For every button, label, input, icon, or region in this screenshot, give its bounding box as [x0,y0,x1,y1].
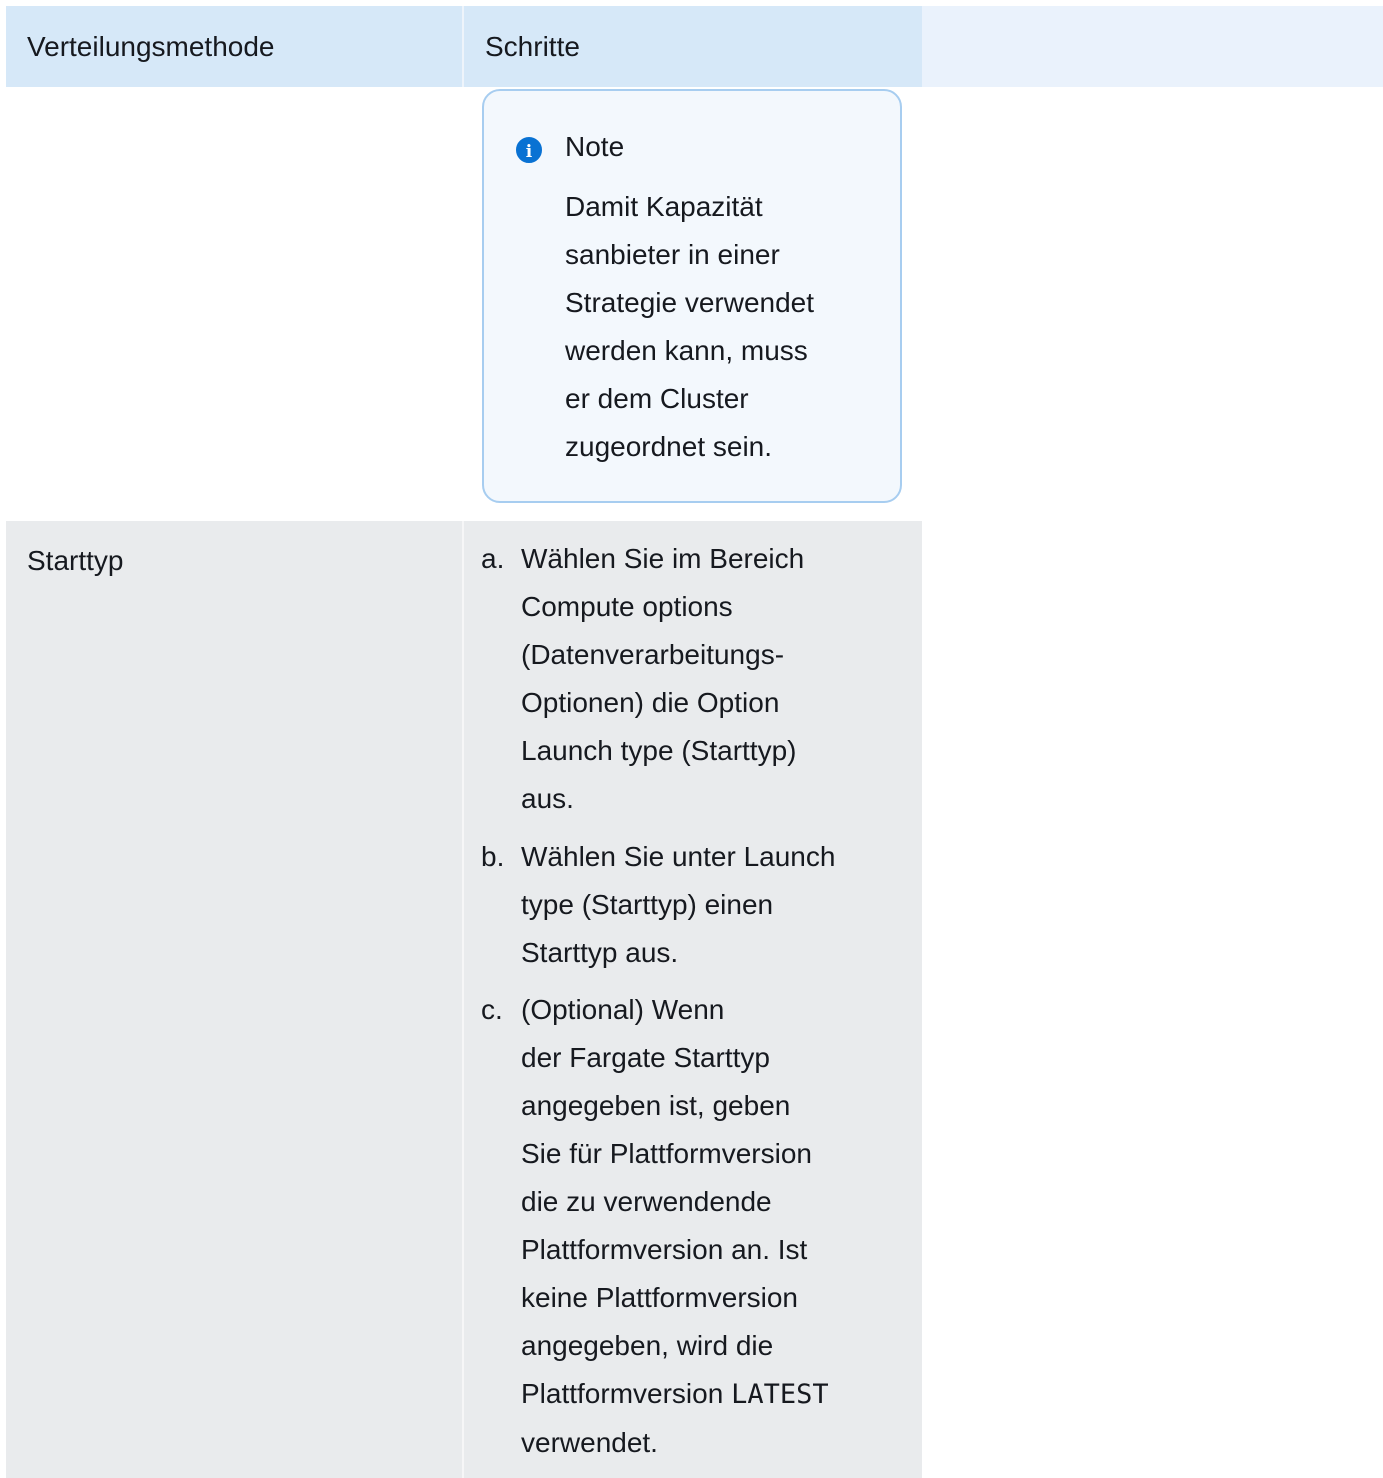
note-callout: i Note Damit Kapazität sanbieter in eine… [482,89,902,503]
method-cell: Starttyp [6,521,464,1478]
docs-page: Verteilungsmethode Schritte i Note Damit… [0,0,1383,1478]
note-text: Damit Kapazität sanbieter in einer Strat… [565,183,875,471]
note-line: zugeordnet sein. [565,431,773,462]
info-icon: i [516,137,542,163]
step-body: Wählen Sie im Bereich Compute options (D… [521,535,901,823]
note-title: Note [565,131,625,162]
header-verteilungsmethode: Verteilungsmethode [6,6,464,87]
step-line: Starttyp aus. [521,937,679,968]
step-line-text: Plattformversion [521,1378,724,1409]
step-line: Wählen Sie im Bereich [521,543,805,574]
step-body: Wählen Sie unter Launch type (Starttyp) … [521,833,901,977]
step-line: Sie für Plattformversion [521,1138,812,1169]
step-line: keine Plattformversion [521,1282,799,1313]
step-line: (Datenverarbeitungs- [521,639,785,670]
header-empty [922,6,1383,87]
step-line: (Optional) Wenn [521,994,725,1025]
step-line: Launch type (Starttyp) [521,735,797,766]
step-marker: a. [481,543,505,574]
note-line: Strategie verwendet [565,287,815,318]
table-row: Starttyp a. Wählen Sie im Bereich Comput… [6,521,922,1478]
step-line: aus. [521,783,574,814]
step-line: verwendet. [521,1427,658,1458]
step-line: Compute options [521,591,733,622]
step-line: Optionen) die Option [521,687,780,718]
note-line: Damit Kapazität [565,191,763,222]
steps-cell: i Note Damit Kapazität sanbieter in eine… [464,87,922,521]
note-line: sanbieter in einer [565,239,780,270]
step-line: Wählen Sie unter Launch [521,841,836,872]
table-row: i Note Damit Kapazität sanbieter in eine… [6,87,922,521]
note-line: werden kann, muss [565,335,808,366]
step-line: type (Starttyp) einen [521,889,774,920]
table-header-row: Verteilungsmethode Schritte [6,6,1383,87]
step-line: Plattformversion an. Ist [521,1234,808,1265]
latest-code: LATEST [731,1379,829,1410]
step-line: angegeben, wird die [521,1330,774,1361]
step-marker: b. [481,841,505,872]
step-line: die zu verwendende [521,1186,772,1217]
steps-cell: a. Wählen Sie im Bereich Compute options… [464,521,922,1478]
step-line: der Fargate Starttyp [521,1042,771,1073]
step-line: angegeben ist, geben [521,1090,791,1121]
step-marker: c. [481,994,503,1025]
method-cell-empty [6,87,464,521]
step-body: (Optional) Wenn der Fargate Starttyp ang… [521,986,901,1467]
note-line: er dem Cluster [565,383,749,414]
header-schritte: Schritte [464,6,922,87]
step-line: Plattformversion LATEST [521,1370,901,1419]
